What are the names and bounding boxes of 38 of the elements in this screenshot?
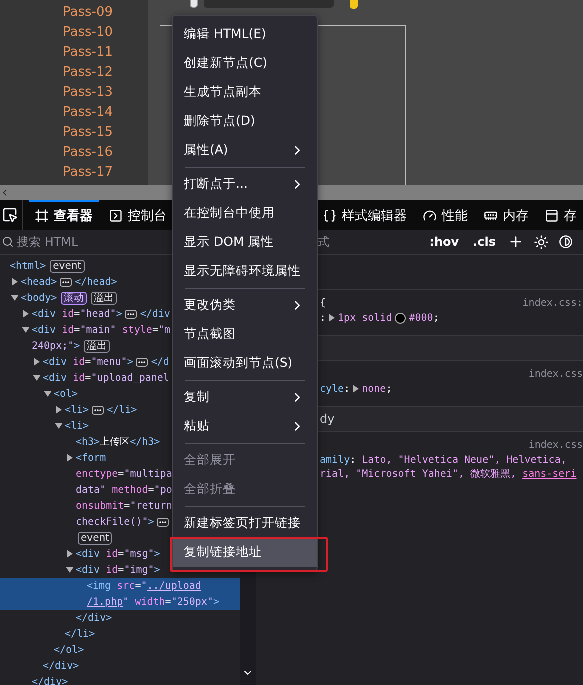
code-text: </d: [151, 356, 170, 368]
code-text: onsubmit="return: [76, 500, 172, 512]
code-text: </head>: [75, 276, 118, 288]
code-text: 240px;">: [32, 340, 80, 352]
code-text: </li>: [65, 628, 96, 640]
inherited-label: dy: [320, 412, 335, 426]
declaration-text: #000;: [409, 312, 440, 324]
code-text: checkFile()">: [76, 516, 154, 528]
code-text: <h3>上传区</h3>: [76, 436, 160, 449]
code-text: <form: [76, 452, 106, 464]
code-text: <html>: [10, 260, 46, 272]
declaration-text: 1px solid: [338, 312, 392, 324]
code-text: <div id="head">: [32, 308, 122, 320]
declaration-text: amily: Lato, "Helvetica Neue", Helvetica,: [320, 454, 567, 466]
code-text: data" method="po: [76, 484, 172, 496]
rule-selector: {: [320, 298, 326, 309]
code-text: <li>: [65, 404, 90, 416]
code-text: <div id="upload_panel: [43, 372, 170, 384]
code-text: <body>: [21, 292, 58, 304]
declaration-text: rial, "Microsoft Yahei", 微软雅黑, sans-seri: [320, 468, 577, 481]
declaration-text: :: [320, 312, 326, 324]
code-text: <head>: [21, 276, 58, 288]
code-text: <ol>: [54, 388, 78, 400]
code-text: </div>: [43, 660, 80, 672]
code-text: <img src="../upload: [87, 580, 202, 592]
declaration-text: none;: [362, 384, 392, 394]
code-text: <li>: [65, 420, 90, 432]
code-text: <div id="msg">: [76, 548, 160, 560]
code-text: enctype="multipa: [76, 468, 172, 480]
code-text: </li>: [107, 404, 138, 416]
code-text: <div id="main" style="m: [32, 324, 171, 336]
code-text: </div>: [76, 612, 112, 624]
code-text: /1.php" width="250px">: [87, 596, 220, 608]
declaration-text: cyle:: [320, 384, 350, 394]
code-text: </ol>: [54, 644, 84, 656]
code-text: </div: [140, 308, 170, 320]
code-text: <div id="menu">: [43, 356, 134, 368]
code-text: <div id="img">: [76, 564, 160, 576]
